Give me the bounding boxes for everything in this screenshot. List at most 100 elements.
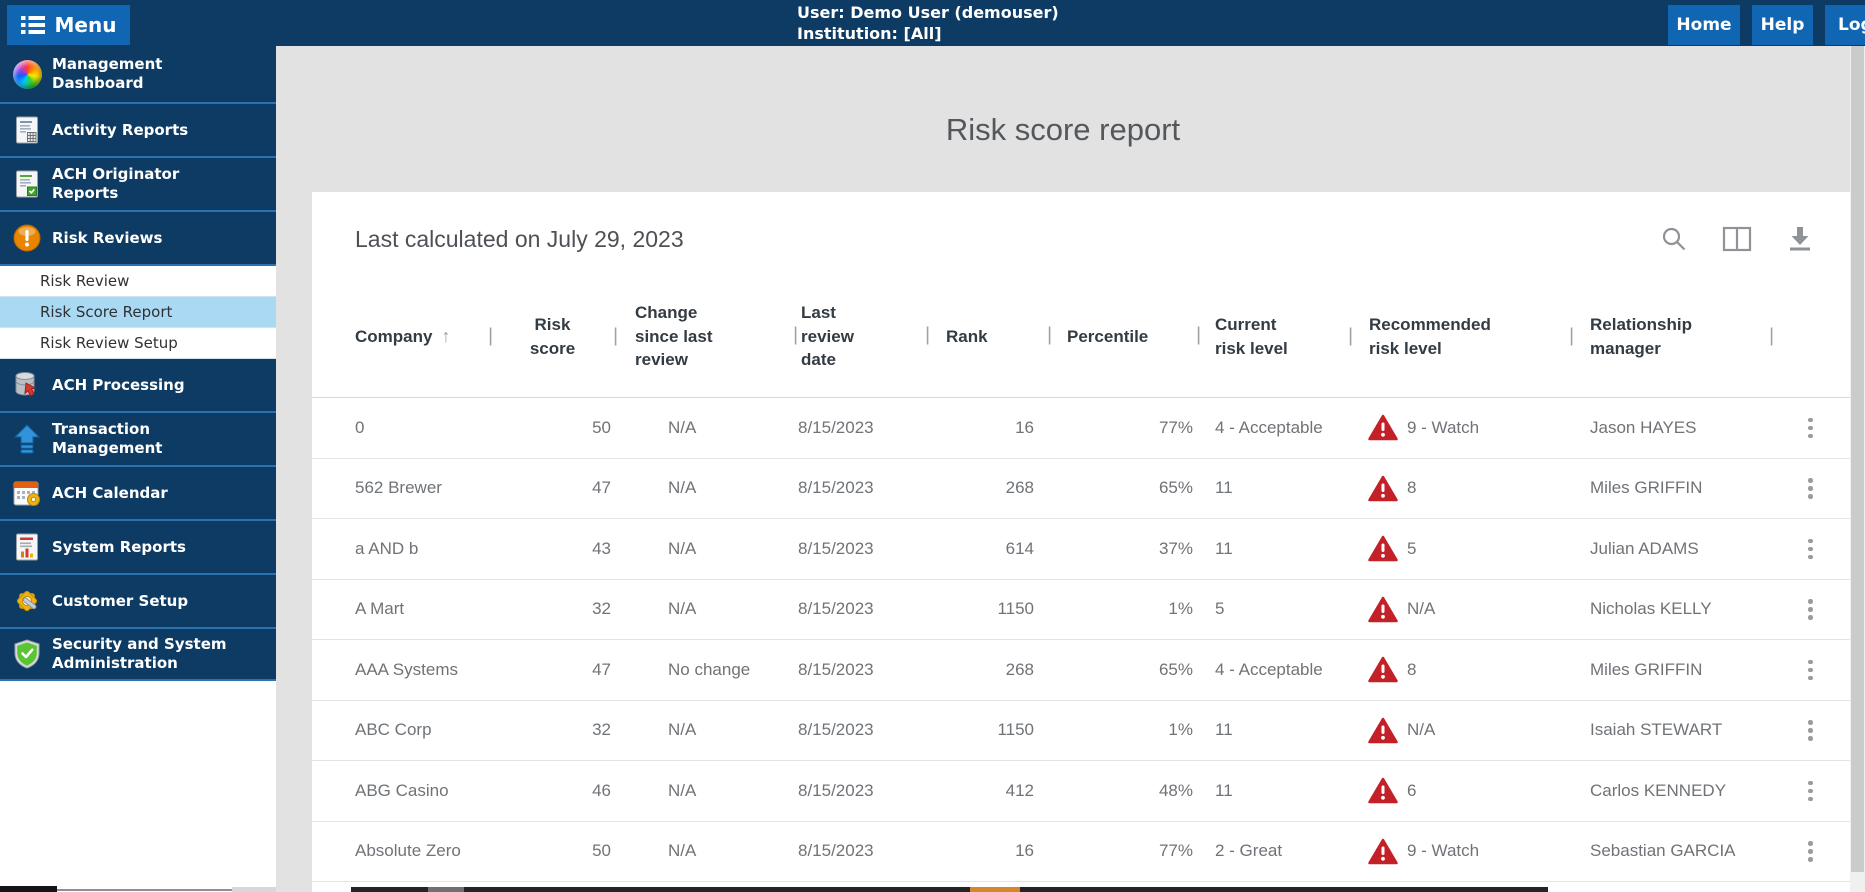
column-header-company[interactable]: Company ↑ bbox=[312, 324, 490, 349]
home-button[interactable]: Home bbox=[1668, 5, 1740, 45]
column-header-last-review-date[interactable]: Last review date bbox=[795, 301, 927, 372]
row-menu-button[interactable] bbox=[1798, 533, 1823, 566]
cell-risk-score: 50 bbox=[592, 841, 611, 861]
cell-last-review-date: 8/15/2023 bbox=[798, 538, 874, 558]
cell-company: AAA Systems bbox=[355, 659, 458, 679]
sidebar-item-activity-reports[interactable]: Activity Reports bbox=[0, 104, 276, 158]
row-menu-button[interactable] bbox=[1798, 412, 1823, 445]
cell-recommended-risk-level: 5 bbox=[1350, 535, 1571, 562]
sidebar-item-risk-reviews[interactable]: Risk Reviews bbox=[0, 212, 276, 266]
up-arrow-icon bbox=[10, 424, 44, 454]
cell-risk-score: 32 bbox=[592, 720, 611, 740]
table-row: ABG Casino 46 N/A 8/15/2023 412 48% 11 6… bbox=[312, 761, 1850, 822]
cell-current-risk-level: 5 bbox=[1215, 599, 1225, 619]
vertical-scrollbar-thumb[interactable] bbox=[1851, 46, 1864, 872]
sidebar-subitem-risk-review[interactable]: Risk Review bbox=[0, 266, 276, 297]
column-header-change[interactable]: Change since last review bbox=[615, 301, 795, 372]
cell-company: Absolute Zero bbox=[355, 841, 461, 861]
cell-last-review-date: 8/15/2023 bbox=[798, 841, 874, 861]
cell-relationship-manager: Sebastian GARCIA bbox=[1590, 841, 1736, 861]
sidebar-item-transaction-management[interactable]: Transaction Management bbox=[0, 413, 276, 467]
cell-percentile: 48% bbox=[1158, 780, 1193, 800]
cell-rank: 268 bbox=[1005, 478, 1034, 498]
cell-recommended-risk-level: 8 bbox=[1350, 475, 1571, 502]
sidebar-scrollbar-corner bbox=[232, 887, 276, 892]
cell-recommended-risk-level: 9 - Watch bbox=[1350, 414, 1571, 441]
cell-last-review-date: 8/15/2023 bbox=[798, 780, 874, 800]
horizontal-scrollbar-track[interactable] bbox=[57, 889, 232, 891]
row-menu-button[interactable] bbox=[1798, 714, 1823, 747]
cell-percentile: 37% bbox=[1158, 538, 1193, 558]
cell-rank: 412 bbox=[1005, 780, 1034, 800]
sidebar-empty-area bbox=[0, 681, 276, 892]
column-header-percentile[interactable]: Percentile bbox=[1049, 325, 1198, 349]
cell-recommended-risk-level: 6 bbox=[1350, 777, 1571, 804]
sidebar-item-customer-setup[interactable]: Customer Setup bbox=[0, 575, 276, 629]
cell-risk-score: 47 bbox=[592, 659, 611, 679]
row-menu-button[interactable] bbox=[1798, 775, 1823, 808]
report-card: Last calculated on July 29, 2023 Company… bbox=[312, 192, 1850, 892]
shield-icon bbox=[10, 639, 44, 669]
report-green-icon bbox=[10, 169, 44, 199]
cell-last-review-date: 8/15/2023 bbox=[798, 599, 874, 619]
cell-current-risk-level: 4 - Acceptable bbox=[1215, 417, 1323, 437]
cell-current-risk-level: 11 bbox=[1215, 720, 1233, 740]
sidebar-item-ach-processing[interactable]: ACH Processing bbox=[0, 359, 276, 413]
cell-relationship-manager: Miles GRIFFIN bbox=[1590, 659, 1703, 679]
sidebar-item-system-reports[interactable]: System Reports bbox=[0, 521, 276, 575]
sidebar-item-ach-calendar[interactable]: ACH Calendar bbox=[0, 467, 276, 521]
page-title: Risk score report bbox=[945, 112, 1181, 147]
cell-current-risk-level: 4 - Acceptable bbox=[1215, 659, 1323, 679]
logout-button[interactable]: Logout bbox=[1825, 5, 1865, 45]
horizontal-scrollbar-thumb[interactable] bbox=[0, 886, 57, 892]
vertical-scrollbar[interactable] bbox=[1850, 46, 1865, 892]
columns-button[interactable] bbox=[1722, 226, 1752, 252]
help-button[interactable]: Help bbox=[1752, 5, 1813, 45]
table-row: 0 50 N/A 8/15/2023 16 77% 4 - Acceptable… bbox=[312, 398, 1850, 459]
sidebar-item-management-dashboard[interactable]: Management Dashboard bbox=[0, 46, 276, 104]
column-header-relationship-manager[interactable]: Relationship manager bbox=[1571, 313, 1771, 361]
warning-circle-icon bbox=[10, 223, 44, 253]
menu-button[interactable]: Menu bbox=[7, 5, 130, 45]
cell-relationship-manager: Carlos KENNEDY bbox=[1590, 780, 1727, 800]
last-calculated-text: Last calculated on July 29, 2023 bbox=[355, 225, 684, 252]
warning-triangle-icon bbox=[1368, 778, 1398, 804]
sort-ascending-icon: ↑ bbox=[441, 325, 451, 346]
cell-rank: 16 bbox=[1015, 841, 1034, 861]
cell-last-review-date: 8/15/2023 bbox=[798, 720, 874, 740]
column-header-rank[interactable]: Rank bbox=[927, 325, 1049, 349]
cell-last-review-date: 8/15/2023 bbox=[798, 659, 874, 679]
download-button[interactable] bbox=[1786, 225, 1814, 253]
cell-change: N/A bbox=[668, 538, 697, 558]
table-row: A Mart 32 N/A 8/15/2023 1150 1% 5 N/A Ni… bbox=[312, 579, 1850, 640]
cell-company: ABC Corp bbox=[355, 720, 432, 740]
table-toolbar bbox=[1660, 225, 1814, 253]
cell-recommended-risk-level: 9 - Watch bbox=[1350, 838, 1571, 865]
column-header-current-risk-level[interactable]: Current risk level bbox=[1198, 313, 1350, 361]
column-header-risk-score[interactable]: Risk score bbox=[490, 313, 615, 361]
table-row: ABC Corp 32 N/A 8/15/2023 1150 1% 11 N/A… bbox=[312, 700, 1850, 761]
cell-last-review-date: 8/15/2023 bbox=[798, 417, 874, 437]
sidebar-item-ach-originator-reports[interactable]: ACH Originator Reports bbox=[0, 158, 276, 212]
row-menu-button[interactable] bbox=[1798, 472, 1823, 505]
warning-triangle-icon bbox=[1368, 596, 1398, 622]
sidebar-item-security-administration[interactable]: Security and System Administration bbox=[0, 629, 276, 681]
top-bar: Menu User: Demo User (demouser) Institut… bbox=[0, 0, 1865, 46]
cell-last-review-date: 8/15/2023 bbox=[798, 478, 874, 498]
cell-rank: 1150 bbox=[997, 720, 1034, 740]
cell-change: N/A bbox=[668, 478, 697, 498]
column-header-recommended-risk-level[interactable]: Recommended risk level bbox=[1350, 313, 1571, 361]
cell-change: N/A bbox=[668, 417, 697, 437]
row-menu-button[interactable] bbox=[1798, 593, 1823, 626]
search-icon bbox=[1662, 227, 1686, 251]
menu-button-label: Menu bbox=[54, 13, 117, 37]
warning-triangle-icon bbox=[1368, 717, 1398, 743]
cell-relationship-manager: Isaiah STEWART bbox=[1590, 720, 1723, 740]
sidebar-subitem-risk-score-report[interactable]: Risk Score Report bbox=[0, 297, 276, 328]
sidebar-subitem-risk-review-setup[interactable]: Risk Review Setup bbox=[0, 328, 276, 359]
list-menu-icon bbox=[20, 16, 45, 34]
row-menu-button[interactable] bbox=[1798, 654, 1823, 687]
cell-risk-score: 46 bbox=[592, 780, 611, 800]
search-button[interactable] bbox=[1660, 225, 1688, 253]
row-menu-button[interactable] bbox=[1798, 835, 1823, 868]
